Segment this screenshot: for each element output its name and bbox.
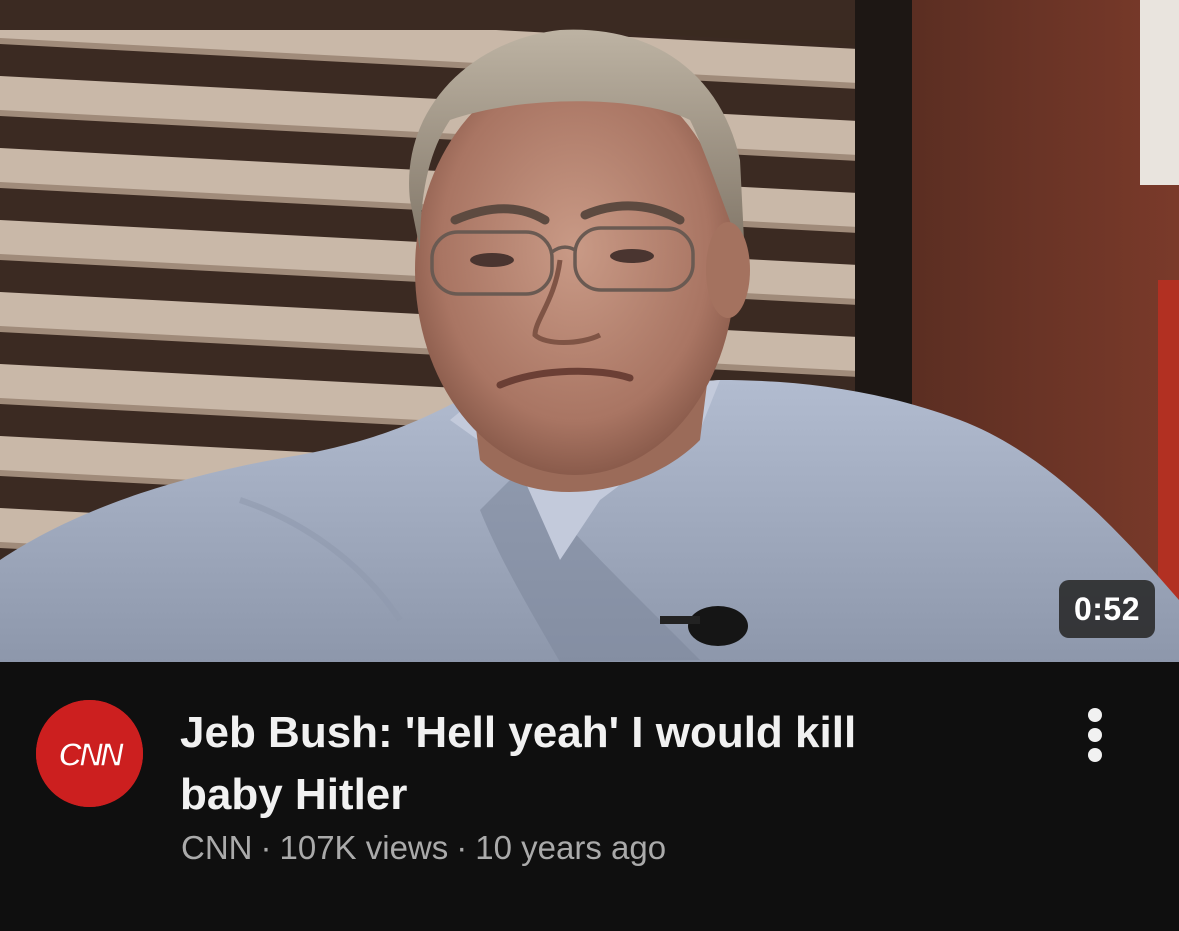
video-metadata: CNN · 107K views · 10 years ago	[181, 828, 666, 868]
thumbnail-image	[0, 0, 1179, 662]
video-thumbnail[interactable]: 0:52	[0, 0, 1179, 662]
channel-name[interactable]: CNN	[181, 829, 253, 866]
duration-badge: 0:52	[1058, 580, 1155, 638]
video-card[interactable]: 0:52 CNN Jeb Bush: 'Hell yeah' I would k…	[0, 0, 1179, 931]
cnn-logo-icon: CNN	[36, 700, 143, 807]
more-vert-icon	[1088, 748, 1102, 762]
video-details: CNN Jeb Bush: 'Hell yeah' I would kill b…	[0, 662, 1179, 931]
svg-text:CNN: CNN	[58, 736, 125, 773]
upload-age: 10 years ago	[475, 829, 667, 866]
separator: ·	[456, 829, 468, 866]
more-options-button[interactable]	[1072, 704, 1118, 766]
more-vert-icon	[1088, 708, 1102, 722]
channel-avatar[interactable]: CNN	[36, 700, 143, 807]
video-title[interactable]: Jeb Bush: 'Hell yeah' I would kill baby …	[180, 702, 940, 826]
view-count: 107K views	[279, 829, 449, 866]
more-vert-icon	[1088, 728, 1102, 742]
separator: ·	[260, 829, 272, 866]
